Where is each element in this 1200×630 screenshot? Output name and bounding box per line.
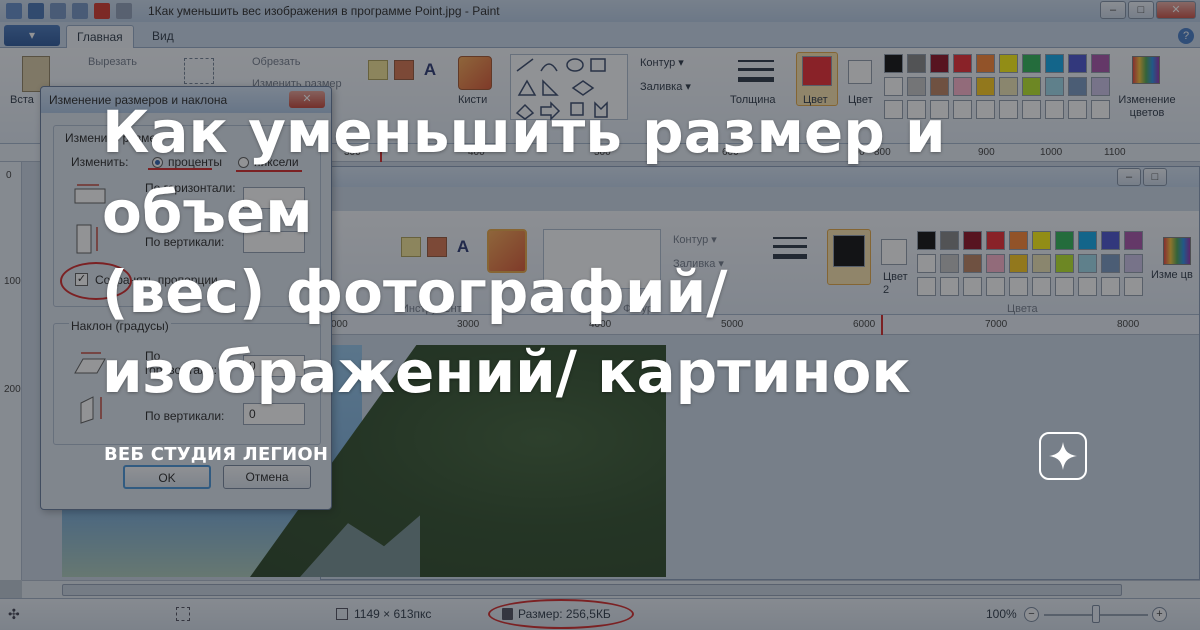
headline-line-1: Как уменьшить размер и объем [102, 98, 946, 246]
headline: Как уменьшить размер и объем (вес) фотог… [102, 92, 1142, 412]
brand-name: ВЕБ СТУДИЯ ЛЕГИОН [104, 444, 329, 465]
headline-line-2: (вес) фотографий/ [102, 258, 728, 326]
paint-screenshot: 1Как уменьшить вес изображения в програм… [0, 0, 1200, 630]
sparkle-logo-icon [1039, 432, 1087, 480]
headline-line-3: изображений/ картинок [102, 338, 911, 406]
